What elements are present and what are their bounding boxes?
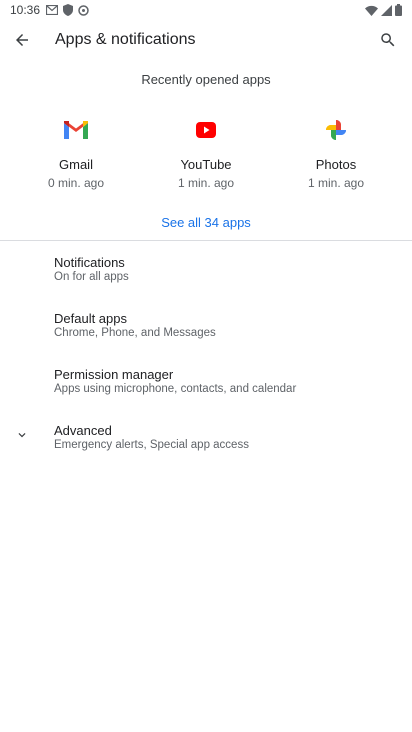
gmail-notification-icon (46, 5, 59, 15)
arrow-back-icon (16, 34, 28, 46)
status-bar: 10:36 (0, 0, 412, 20)
recent-app-time: 1 min. ago (307, 176, 365, 190)
setting-title: Notifications (54, 255, 125, 270)
setting-summary: Apps using microphone, contacts, and cal… (54, 383, 297, 395)
setting-title: Default apps (54, 311, 127, 326)
status-time: 10:36 (10, 3, 41, 17)
recent-app-time: 1 min. ago (177, 176, 235, 190)
setting-title: Permission manager (54, 367, 174, 382)
setting-advanced[interactable]: Advanced Emergency alerts, Special app a… (0, 423, 412, 479)
divider (0, 240, 412, 241)
photos-icon (318, 112, 354, 148)
recent-app-name: Gmail (59, 157, 93, 172)
search-button[interactable] (368, 20, 408, 60)
recent-app-name: YouTube (180, 157, 232, 172)
signal-icon (381, 4, 392, 16)
status-system-icons (365, 4, 402, 16)
chevron-down-icon (12, 425, 32, 445)
setting-permission-manager[interactable]: Permission manager Apps using microphone… (0, 367, 412, 423)
page-title: Apps & notifications (55, 31, 196, 48)
setting-notifications[interactable]: Notifications On for all apps (0, 255, 412, 311)
recent-app-gmail[interactable]: Gmail 0 min. ago (12, 112, 140, 190)
sync-icon (78, 4, 89, 16)
recent-app-time: 0 min. ago (47, 176, 105, 190)
setting-summary: Emergency alerts, Special app access (54, 439, 249, 451)
recent-app-photos[interactable]: Photos 1 min. ago (272, 112, 400, 190)
gmail-icon (58, 112, 94, 148)
recent-app-youtube[interactable]: YouTube 1 min. ago (142, 112, 270, 190)
wifi-icon (365, 5, 378, 16)
setting-title: Advanced (54, 423, 112, 438)
setting-default-apps[interactable]: Default apps Chrome, Phone, and Messages (0, 311, 412, 367)
search-icon (381, 33, 395, 47)
recent-app-name: Photos (315, 157, 357, 172)
setting-summary: Chrome, Phone, and Messages (54, 327, 216, 339)
status-notification-icons (46, 4, 89, 16)
app-bar: Apps & notifications (0, 20, 412, 60)
recent-apps-list: Gmail 0 min. ago YouTube 1 min. ago Phot… (12, 112, 400, 190)
youtube-icon (188, 112, 224, 148)
recent-apps-header: Recently opened apps (141, 72, 271, 87)
see-all-apps-button[interactable]: See all 34 apps (0, 215, 412, 230)
setting-summary: On for all apps (54, 271, 129, 283)
back-button[interactable] (2, 20, 42, 60)
shield-icon (63, 4, 74, 16)
battery-icon (395, 4, 402, 16)
